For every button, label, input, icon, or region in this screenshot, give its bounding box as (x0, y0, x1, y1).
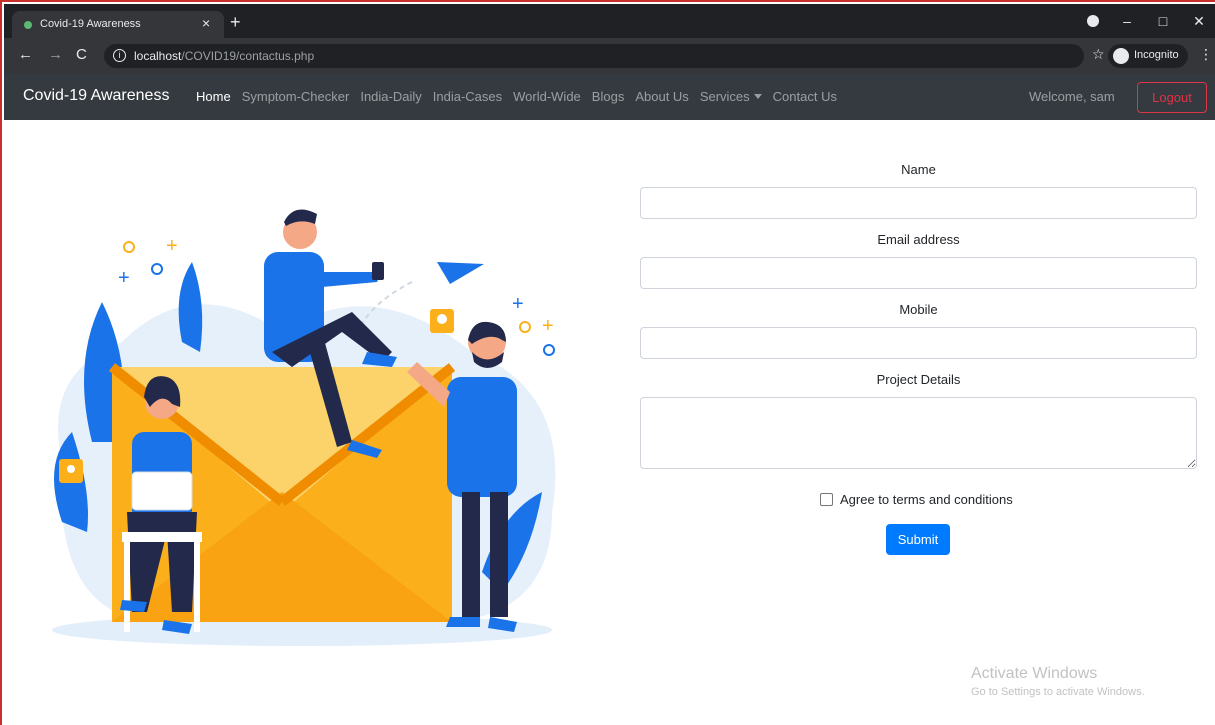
details-label: Project Details (876, 372, 961, 387)
name-label: Name (901, 162, 936, 177)
svg-text:+: + (512, 293, 524, 315)
url-path: /COVID19/contactus.php (181, 49, 315, 63)
tab-strip: Covid-19 Awareness × + – □ ✕ (4, 4, 1215, 38)
nav-world-wide[interactable]: World-Wide (513, 89, 581, 104)
new-tab-button[interactable]: + (230, 13, 241, 31)
incognito-label: Incognito (1134, 49, 1179, 61)
welcome-text: Welcome, sam (1029, 89, 1115, 104)
svg-text:+: + (166, 235, 178, 257)
nav-blogs[interactable]: Blogs (592, 89, 625, 104)
back-arrow-icon[interactable]: ← (18, 46, 33, 63)
incognito-badge[interactable]: Incognito (1108, 44, 1188, 68)
nav-home[interactable]: Home (196, 89, 231, 104)
nav-about-us[interactable]: About Us (635, 89, 688, 104)
site-info-icon[interactable]: i (113, 49, 126, 62)
submit-button[interactable]: Submit (886, 524, 950, 555)
browser-menu-icon[interactable]: ⋮ (1199, 46, 1213, 63)
nav-services-dropdown[interactable]: Services (700, 89, 762, 104)
tab-close-icon[interactable]: × (202, 15, 210, 31)
terms-checkbox[interactable] (820, 493, 833, 506)
navbar-brand[interactable]: Covid-19 Awareness (23, 87, 169, 105)
browser-tab[interactable]: Covid-19 Awareness × (12, 11, 224, 38)
favicon-icon (24, 21, 32, 29)
url-input[interactable]: i localhost/COVID19/contactus.php (104, 44, 1084, 68)
project-details-textarea[interactable] (640, 397, 1197, 469)
nav-india-daily[interactable]: India-Daily (360, 89, 421, 104)
logout-button[interactable]: Logout (1137, 82, 1207, 113)
bookmark-star-icon[interactable]: ☆ (1092, 46, 1105, 63)
svg-text:+: + (118, 267, 130, 289)
activate-windows-title: Activate Windows (971, 665, 1098, 682)
url-text: localhost/COVID19/contactus.php (134, 49, 314, 63)
minimize-button[interactable]: – (1109, 13, 1145, 29)
url-host: localhost (134, 49, 182, 63)
name-input[interactable] (640, 187, 1197, 219)
mobile-label: Mobile (899, 302, 938, 317)
email-input[interactable] (640, 257, 1197, 289)
mobile-input[interactable] (640, 327, 1197, 359)
contact-illustration: + + + + (52, 209, 556, 646)
browser-window: Covid-19 Awareness × + – □ ✕ ← → C i loc… (0, 0, 1215, 725)
site-navbar: Covid-19 Awareness Home Symptom-Checker … (4, 74, 1215, 120)
terms-row: Agree to terms and conditions (820, 492, 1013, 507)
reload-icon[interactable]: C (76, 46, 87, 63)
window-controls: – □ ✕ (1109, 4, 1215, 38)
contact-form: Name Email address Mobile Project Detail… (640, 152, 1197, 555)
caret-down-icon (753, 94, 762, 99)
nav-links: Home Symptom-Checker India-Daily India-C… (196, 89, 848, 104)
tab-title: Covid-19 Awareness (40, 18, 141, 30)
nav-symptom-checker[interactable]: Symptom-Checker (242, 89, 350, 104)
activate-windows-subtitle: Go to Settings to activate Windows. (971, 686, 1145, 698)
nav-services-label: Services (699, 89, 750, 104)
terms-label[interactable]: Agree to terms and conditions (840, 492, 1013, 507)
restore-button[interactable]: □ (1145, 13, 1181, 29)
address-bar: ← → C i localhost/COVID19/contactus.php … (4, 38, 1215, 74)
email-label: Email address (877, 232, 960, 247)
svg-text:+: + (542, 315, 554, 337)
nav-india-cases[interactable]: India-Cases (433, 89, 502, 104)
close-window-button[interactable]: ✕ (1181, 13, 1215, 30)
nav-contact-us[interactable]: Contact Us (773, 89, 837, 104)
incognito-icon (1113, 48, 1129, 64)
forward-arrow-icon[interactable]: → (48, 46, 63, 63)
tab-search-icon[interactable] (1087, 15, 1099, 27)
